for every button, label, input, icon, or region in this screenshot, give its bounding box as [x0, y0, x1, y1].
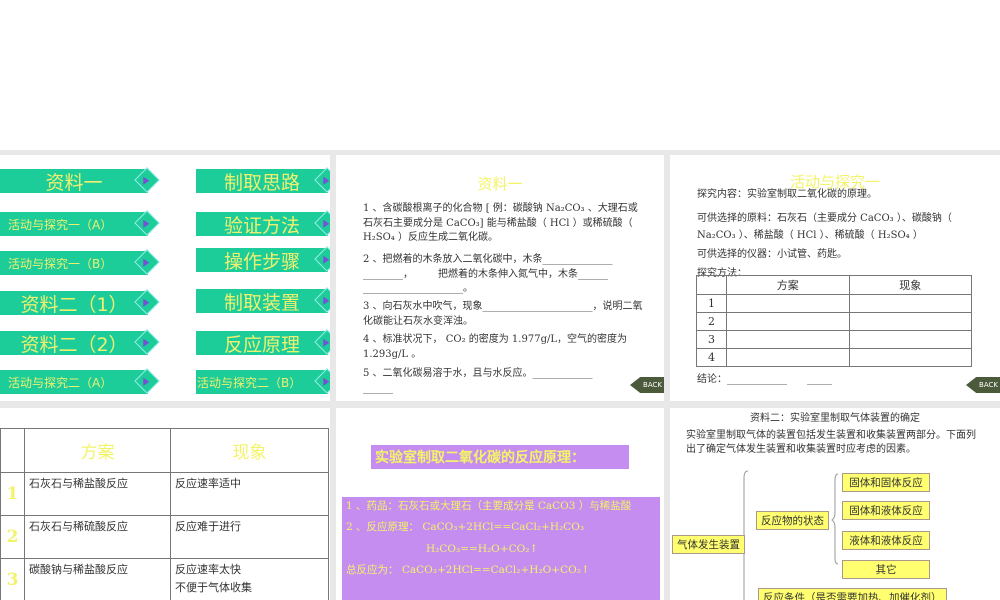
slide-sorter: 资料一 活动与探究一（A） 活动与探究一（B） 资料二（1） 资料二（2） 活动… — [0, 150, 1000, 600]
node-liquid-liquid: 液体和液体反应 — [842, 531, 930, 550]
arrow-icon — [134, 368, 160, 394]
text-overall: 总反应为： CaCO₃+2HCl==CaCl₂+H₂O+CO₂↑ — [346, 564, 590, 577]
nav-label: 活动与探究一（A） — [8, 217, 113, 232]
node-condition: 反应条件（是否需要加热、加催化剂） — [758, 588, 947, 600]
nav-label: 资料二（2） — [20, 333, 128, 356]
nav-label: 验证方法 — [223, 214, 300, 237]
row-result: 反应难于进行 — [170, 515, 329, 559]
nav-label: 活动与探究二（B） — [197, 375, 302, 390]
content-box: 1 、药品：石灰石或大理石（主要成分是 CaCO3 ）与稀盐酸 2 、反应原理：… — [342, 497, 660, 600]
slide-1-thumbnail[interactable]: 资料一 活动与探究一（A） 活动与探究一（B） 资料二（1） 资料二（2） 活动… — [0, 155, 330, 401]
row-plan: 石灰石与稀硫酸反应 — [24, 515, 171, 559]
text-p4: 4 、标准状况下， CO₂ 的密度为 1.977g/L，空气的密度为 1.293… — [363, 334, 627, 360]
nav-button-principle[interactable]: 反应原理 — [196, 329, 330, 356]
text-p3: 3 、向石灰水中吹气，现象______________________，说明二氧… — [363, 301, 643, 327]
text-p2: 2 、把燃着的木条放入二氧化碳中，木条______________ ______… — [363, 254, 613, 294]
text-instruments: 可供选择的仪器：小试管、药匙。 — [697, 249, 847, 260]
nav-label: 活动与探究二（A） — [8, 375, 113, 390]
nav-button-steps[interactable]: 操作步骤 — [196, 246, 330, 273]
nav-button-ziliao2-1[interactable]: 资料二（1） — [0, 289, 160, 316]
nav-label: 制取思路 — [223, 171, 300, 194]
node-other: 其它 — [842, 560, 930, 579]
row-result: 反应速率太快 不便于气体收集 — [170, 558, 329, 600]
arrow-icon — [314, 246, 330, 272]
nav-label: 活动与探究一（B） — [8, 256, 113, 271]
row-number: 1 — [0, 472, 25, 516]
nav-button-activity2b[interactable]: 活动与探究二（B） — [196, 368, 330, 394]
row-number: 2 — [0, 515, 25, 559]
brace-lines — [738, 470, 839, 600]
node-solid-liquid: 固体和液体反应 — [842, 501, 930, 520]
text-p5: 5 、二氧化碳易溶于水，且与水反应。____________ ______ — [363, 368, 593, 394]
arrow-icon — [134, 249, 160, 275]
nav-label: 反应原理 — [223, 333, 300, 356]
nav-button-ziliao1[interactable]: 资料一 — [0, 167, 160, 194]
nav-button-activity1b[interactable]: 活动与探究一（B） — [0, 249, 160, 275]
text-content: 探究内容：实验室制取二氧化碳的原理。 — [697, 189, 877, 200]
header-plan: 方案 — [24, 428, 171, 473]
nav-button-apparatus[interactable]: 制取装置 — [196, 287, 330, 314]
arrow-icon — [134, 167, 160, 193]
slide-5-thumbnail[interactable]: 实验室制取二氧化碳的反应原理： 1 、药品：石灰石或大理石（主要成分是 CaCO… — [336, 408, 664, 600]
arrow-icon — [314, 329, 330, 355]
back-button[interactable]: BACK — [630, 377, 664, 393]
row-number: 4 — [696, 348, 727, 367]
node-solid-solid: 固体和固体反应 — [842, 473, 930, 492]
arrow-icon — [134, 210, 160, 236]
row-result: 反应速率适中 — [170, 472, 329, 516]
slide-title: 实验室制取二氧化碳的反应原理： — [371, 445, 629, 469]
slide-6-thumbnail[interactable]: 资料二：实验室里制取气体装置的确定 实验室里制取气体的装置包括发生装置和收集装置… — [670, 408, 1000, 600]
slide-2-thumbnail[interactable]: 资料一 1 、含碳酸根离子的化合物 [ 例：碳酸钠 Na₂CO₃ 、大理石或石灰… — [336, 155, 664, 401]
slide-title: 资料一 — [477, 175, 523, 193]
row-number: 1 — [696, 294, 727, 313]
header-plan: 方案 — [726, 275, 850, 295]
nav-label: 资料一 — [45, 171, 103, 194]
nav-button-activity1a[interactable]: 活动与探究一（A） — [0, 210, 160, 236]
back-button[interactable]: BACK — [966, 377, 1000, 393]
nav-button-activity2a[interactable]: 活动与探究二（A） — [0, 368, 160, 394]
arrow-icon — [134, 329, 160, 355]
nav-label: 制取装置 — [223, 291, 300, 314]
text-reagents: 1 、药品：石灰石或大理石（主要成分是 CaCO3 ）与稀盐酸 — [346, 500, 632, 512]
text-decomposition: H₂CO₃==H₂O+CO₂↑ — [426, 542, 539, 555]
slide-3-thumbnail[interactable]: 活动与探究一 探究内容：实验室制取二氧化碳的原理。 可供选择的原料：石灰石（主要… — [670, 155, 1000, 401]
row-number: 3 — [696, 330, 727, 349]
nav-label: 操作步骤 — [223, 250, 300, 273]
arrow-icon — [134, 289, 160, 315]
node-generator: 气体发生装置 — [672, 535, 745, 554]
text-materials: 可供选择的原料：石灰石（主要成分 CaCO₃ ）、碳酸钠（ Na₂CO₃ ）、稀… — [697, 213, 952, 241]
row-plan: 碳酸钠与稀盐酸反应 — [24, 558, 171, 600]
row-number: 2 — [696, 312, 727, 331]
slide-4-thumbnail[interactable]: 方案 现象 1 石灰石与稀盐酸反应 反应速率适中 2 石灰石与稀硫酸反应 反应难于进行 3… — [0, 408, 330, 600]
nav-button-verify[interactable]: 验证方法 — [196, 210, 330, 237]
arrow-icon — [314, 368, 330, 394]
result-table: 方案 现象 1 石灰石与稀盐酸反应 反应速率适中 2 石灰石与稀硫酸反应 反应难于进行 3… — [0, 428, 329, 600]
arrow-icon — [314, 167, 330, 193]
text-conclusion: 结论：____________ _____ — [697, 374, 832, 385]
nav-button-method[interactable]: 制取思路 — [196, 167, 330, 194]
text-principle: 2 、反应原理： CaCO₃+2HCl==CaCl₂+H₂CO₃ — [346, 520, 585, 533]
header-result: 现象 — [848, 275, 972, 295]
arrow-icon — [314, 210, 330, 236]
header-result: 现象 — [170, 428, 329, 473]
row-plan: 石灰石与稀盐酸反应 — [24, 472, 171, 516]
arrow-icon — [314, 287, 330, 313]
nav-label: 资料二（1） — [20, 293, 128, 316]
node-state: 反应物的状态 — [756, 511, 829, 530]
method-table: 方案 现象 1 2 3 4 — [696, 275, 972, 367]
nav-button-ziliao2-2[interactable]: 资料二（2） — [0, 329, 160, 356]
row-number: 3 — [0, 558, 25, 600]
text-p1: 1 、含碳酸根离子的化合物 [ 例：碳酸钠 Na₂CO₃ 、大理石或石灰石主要成… — [363, 203, 638, 243]
